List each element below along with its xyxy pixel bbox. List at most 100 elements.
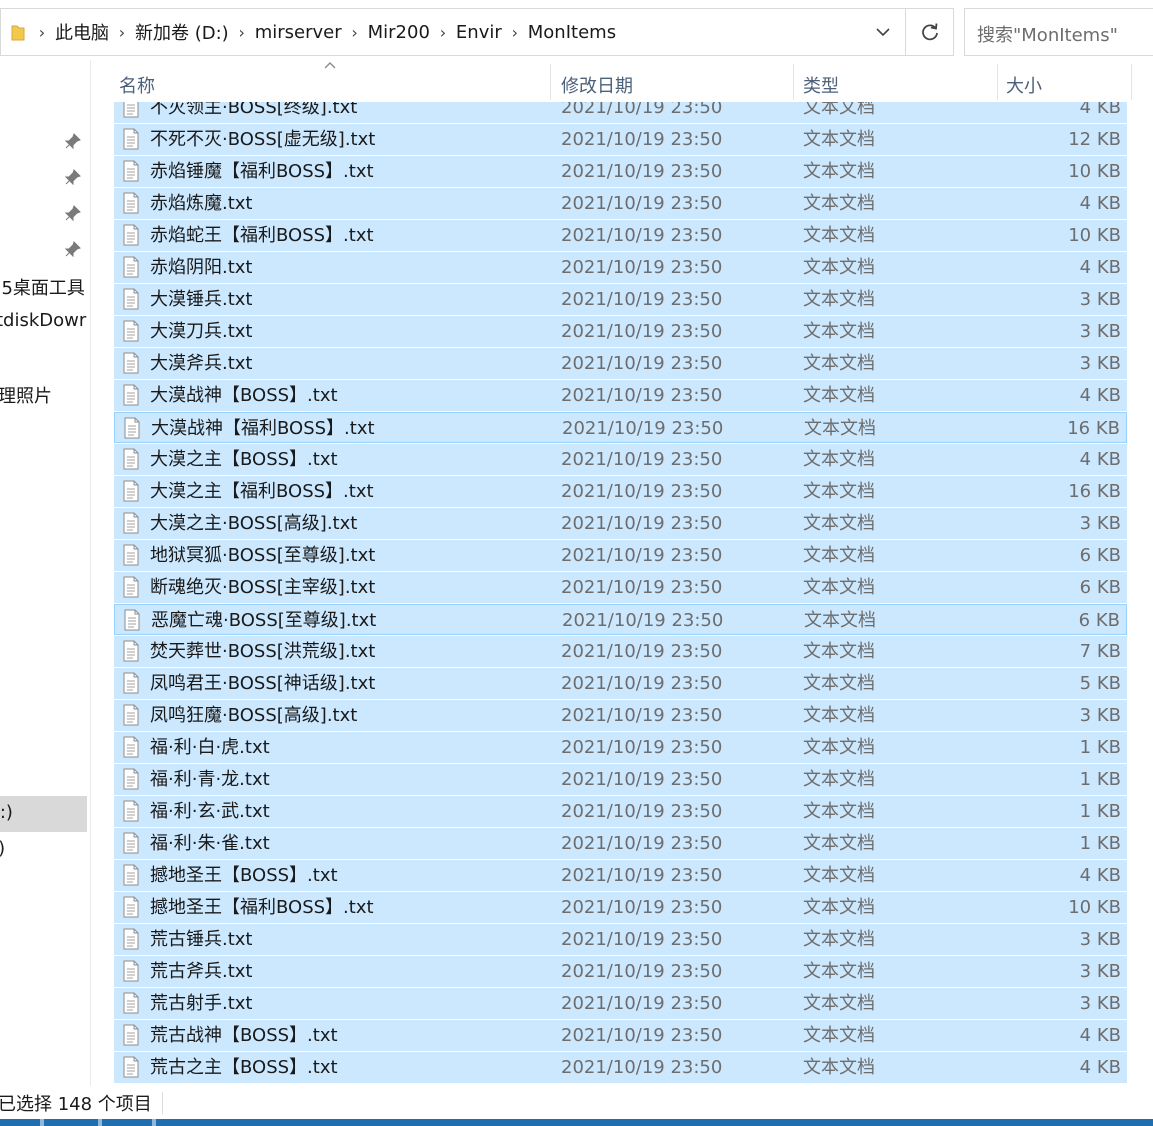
column-divider[interactable] [997,64,998,100]
file-date: 2021/10/19 23:50 [561,833,723,854]
file-row[interactable]: 撼地圣王【福利BOSS】.txt 2021/10/19 23:50 文本文档 10 K… [114,892,1127,923]
breadcrumb-mir200[interactable]: Mir200 [368,22,430,43]
file-date: 2021/10/19 23:50 [561,641,723,662]
text-file-icon [124,609,140,631]
file-type: 文本文档 [803,801,875,822]
file-row[interactable]: 荒古战神【BOSS】.txt 2021/10/19 23:50 文本文档 4 KB [114,1020,1127,1051]
pane-divider[interactable] [90,60,91,1086]
file-row[interactable]: 地狱冥狐·BOSS[至尊级].txt 2021/10/19 23:50 文本文档 6 … [114,540,1127,571]
file-size: 4 KB [1079,865,1121,886]
file-row[interactable]: 凤鸣君王·BOSS[神话级].txt 2021/10/19 23:50 文本文档 5 … [114,668,1127,699]
address-history-dropdown[interactable] [861,9,905,55]
file-name: 断魂绝灭·BOSS[主宰级].txt [150,577,376,598]
text-file-icon [123,736,139,758]
taskbar-item[interactable] [152,1119,156,1126]
file-row[interactable]: 断魂绝灭·BOSS[主宰级].txt 2021/10/19 23:50 文本文档 6 … [114,572,1127,603]
file-row[interactable]: 大漠之主·BOSS[高级].txt 2021/10/19 23:50 文本文档 3 K… [114,508,1127,539]
chevron-right-icon[interactable]: › [109,23,135,42]
file-row[interactable]: 恶魔亡魂·BOSS[至尊级].txt 2021/10/19 23:50 文本文档 6 … [114,604,1127,635]
text-file-icon [123,102,139,118]
breadcrumb-monitems[interactable]: MonItems [528,22,616,43]
column-divider[interactable] [550,64,551,100]
file-row[interactable]: 大漠锤兵.txt 2021/10/19 23:50 文本文档 3 KB [114,284,1127,315]
file-row[interactable]: 大漠之主【BOSS】.txt 2021/10/19 23:50 文本文档 4 KB [114,444,1127,475]
file-row[interactable]: 撼地圣王【BOSS】.txt 2021/10/19 23:50 文本文档 4 KB [114,860,1127,891]
file-type: 文本文档 [803,897,875,918]
file-row[interactable]: 荒古锤兵.txt 2021/10/19 23:50 文本文档 3 KB [114,924,1127,955]
file-row[interactable]: 大漠斧兵.txt 2021/10/19 23:50 文本文档 3 KB [114,348,1127,379]
breadcrumb-envir[interactable]: Envir [456,22,502,43]
pin-icon[interactable] [64,204,82,222]
file-size: 4 KB [1079,257,1121,278]
file-row[interactable]: 赤焰炼魔.txt 2021/10/19 23:50 文本文档 4 KB [114,188,1127,219]
file-row[interactable]: 大漠战神【BOSS】.txt 2021/10/19 23:50 文本文档 4 KB [114,380,1127,411]
file-type: 文本文档 [804,418,876,439]
file-date: 2021/10/19 23:50 [561,225,723,246]
file-row[interactable]: 荒古射手.txt 2021/10/19 23:50 文本文档 3 KB [114,988,1127,1019]
file-row[interactable]: 福·利·玄·武.txt 2021/10/19 23:50 文本文档 1 KB [114,796,1127,827]
pin-icon[interactable] [64,132,82,150]
file-row[interactable]: 不灭领主·BOSS[终级].txt 2021/10/19 23:50 文本文档 4 K… [114,102,1127,123]
file-row[interactable]: 福·利·白·虎.txt 2021/10/19 23:50 文本文档 1 KB [114,732,1127,763]
file-name: 大漠刀兵.txt [150,321,253,342]
file-row[interactable]: 荒古斧兵.txt 2021/10/19 23:50 文本文档 3 KB [114,956,1127,987]
file-date: 2021/10/19 23:50 [561,129,723,150]
file-size: 3 KB [1079,961,1121,982]
chevron-right-icon[interactable]: › [342,23,368,42]
file-row[interactable]: 大漠之主【福利BOSS】.txt 2021/10/19 23:50 文本文档 16 K… [114,476,1127,507]
file-row[interactable]: 赤焰锤魔【福利BOSS】.txt 2021/10/19 23:50 文本文档 10 K… [114,156,1127,187]
chevron-right-icon[interactable]: › [430,23,456,42]
chevron-right-icon[interactable]: › [502,23,528,42]
taskbar-item[interactable] [40,1119,44,1126]
file-name: 福·利·朱·雀.txt [150,833,270,854]
file-date: 2021/10/19 23:50 [561,449,723,470]
search-input[interactable]: 搜索"MonItems" [964,8,1153,56]
column-header-size[interactable]: 大小 [1006,62,1126,102]
file-row[interactable]: 福·利·青·龙.txt 2021/10/19 23:50 文本文档 1 KB [114,764,1127,795]
taskbar-item[interactable] [98,1119,102,1126]
chevron-right-icon[interactable]: › [29,23,55,42]
navigation-pane: 25桌面工具 tdiskDowr 理照片 D:) :) [0,60,90,1086]
column-divider[interactable] [1131,64,1132,100]
file-size: 1 KB [1079,737,1121,758]
file-row[interactable]: 大漠刀兵.txt 2021/10/19 23:50 文本文档 3 KB [114,316,1127,347]
file-type: 文本文档 [803,705,875,726]
pin-icon[interactable] [64,168,82,186]
file-name: 赤焰蛇王【福利BOSS】.txt [150,225,374,246]
text-file-icon [123,864,139,886]
nav-item-netdisk-download[interactable]: tdiskDowr [0,310,86,331]
breadcrumb-drive-d[interactable]: 新加卷 (D:) [135,19,229,45]
pin-icon[interactable] [64,240,82,258]
file-row[interactable]: 凤鸣狂魔·BOSS[高级].txt 2021/10/19 23:50 文本文档 3 K… [114,700,1127,731]
nav-item-drive-e[interactable]: :) [0,838,5,859]
selection-count: 已选择 148 个项目 [0,1094,152,1115]
address-bar[interactable]: › 此电脑 › 新加卷 (D:) › mirserver › Mir200 › … [0,8,906,56]
nav-item-desktop-tools[interactable]: 25桌面工具 [0,274,85,300]
column-header-name[interactable]: 名称 [119,62,549,102]
nav-item-photos[interactable]: 理照片 [0,382,52,408]
file-row[interactable]: 焚天葬世·BOSS[洪荒级].txt 2021/10/19 23:50 文本文档 7 … [114,636,1127,667]
breadcrumb-mirserver[interactable]: mirserver [255,22,342,43]
breadcrumb-this-pc[interactable]: 此电脑 [55,19,109,45]
file-type: 文本文档 [803,833,875,854]
file-date: 2021/10/19 23:50 [561,545,723,566]
file-date: 2021/10/19 23:50 [561,193,723,214]
column-header-type[interactable]: 类型 [803,62,993,102]
nav-item-drive-d[interactable]: D:) [0,802,13,823]
file-size: 3 KB [1079,513,1121,534]
file-row[interactable]: 大漠战神【福利BOSS】.txt 2021/10/19 23:50 文本文档 16 K… [114,412,1127,443]
status-divider [162,1092,163,1114]
file-row[interactable]: 赤焰阴阳.txt 2021/10/19 23:50 文本文档 4 KB [114,252,1127,283]
column-header-date[interactable]: 修改日期 [561,62,791,102]
refresh-button[interactable] [906,8,954,56]
file-size: 3 KB [1079,289,1121,310]
chevron-right-icon[interactable]: › [229,23,255,42]
file-row[interactable]: 福·利·朱·雀.txt 2021/10/19 23:50 文本文档 1 KB [114,828,1127,859]
file-name: 大漠之主·BOSS[高级].txt [150,513,358,534]
file-row[interactable]: 赤焰蛇王【福利BOSS】.txt 2021/10/19 23:50 文本文档 10 K… [114,220,1127,251]
file-row[interactable]: 荒古之主【BOSS】.txt 2021/10/19 23:50 文本文档 4 KB [114,1052,1127,1083]
file-row[interactable]: 不死不灭·BOSS[虚无级].txt 2021/10/19 23:50 文本文档 12… [114,124,1127,155]
file-date: 2021/10/19 23:50 [561,993,723,1014]
file-name: 荒古射手.txt [150,993,253,1014]
column-divider[interactable] [793,64,794,100]
